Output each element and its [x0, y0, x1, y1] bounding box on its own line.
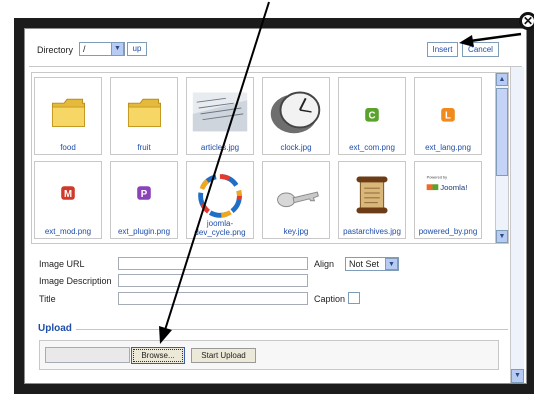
image-grid: food fruit articles.jpg clock.jpg C ext_…: [31, 72, 509, 244]
image-caption: ext_mod.png: [44, 227, 92, 236]
image-caption: pastarchives.jpg: [343, 227, 401, 236]
svg-text:P: P: [141, 189, 148, 200]
file-path-field[interactable]: [45, 347, 130, 363]
title-field[interactable]: [118, 292, 308, 305]
key-thumbnail: [277, 191, 319, 208]
image-tile[interactable]: P ext_plugin.png: [110, 161, 178, 239]
upload-legend: Upload: [38, 323, 72, 334]
image-url-label: Image URL: [39, 259, 85, 269]
scroll-up-icon[interactable]: ▲: [496, 73, 508, 86]
up-button[interactable]: up: [127, 42, 147, 56]
image-caption: powered_by.png: [418, 227, 478, 236]
image-caption: ext_plugin.png: [117, 227, 171, 236]
svg-text:L: L: [445, 111, 451, 122]
align-value: Not Set: [349, 259, 380, 269]
upload-divider: [76, 329, 508, 330]
start-upload-button[interactable]: Start Upload: [191, 348, 256, 363]
scroll-down-icon[interactable]: ▼: [511, 369, 524, 383]
image-caption: food: [60, 143, 76, 152]
image-caption: key.jpg: [283, 227, 309, 236]
title-label: Title: [39, 294, 56, 304]
close-button[interactable]: ✕: [519, 12, 534, 30]
svg-text:Powered by: Powered by: [427, 174, 448, 179]
ext-plugin-icon: P: [137, 186, 151, 200]
image-caption: joomla-dev_cycle.png: [194, 219, 246, 237]
image-tile[interactable]: M ext_mod.png: [34, 161, 102, 239]
chevron-down-icon[interactable]: ▼: [385, 258, 398, 270]
align-select[interactable]: Not Set ▼: [345, 257, 399, 271]
image-tile[interactable]: key.jpg: [262, 161, 330, 239]
joomla-logo-thumbnail: Powered by Joomla!: [426, 174, 467, 192]
image-tile[interactable]: L ext_lang.png: [414, 77, 482, 155]
scroll-thumb[interactable]: [496, 88, 508, 176]
image-description-label: Image Description: [39, 276, 112, 286]
image-tile[interactable]: pastarchives.jpg: [338, 161, 406, 239]
dev-cycle-thumbnail: [198, 174, 242, 218]
ext-lang-icon: L: [441, 108, 455, 122]
directory-label: Directory: [37, 45, 74, 55]
image-tile[interactable]: C ext_com.png: [338, 77, 406, 155]
header-divider: [29, 66, 522, 67]
caption-label: Caption: [314, 294, 346, 304]
dialog-scrollbar[interactable]: ▼: [510, 67, 524, 383]
svg-text:M: M: [64, 189, 72, 200]
image-caption: ext_lang.png: [425, 143, 471, 152]
align-label: Align: [314, 259, 335, 269]
image-caption: clock.jpg: [280, 143, 312, 152]
folder-icon: [51, 98, 85, 127]
image-caption: fruit: [137, 143, 151, 152]
browse-button[interactable]: Browse...: [131, 347, 185, 364]
close-icon: ✕: [522, 14, 534, 28]
insert-button[interactable]: Insert: [427, 42, 458, 57]
scroll-thumbnail: [356, 176, 388, 214]
image-tile[interactable]: joomla-dev_cycle.png: [186, 161, 254, 239]
image-tile[interactable]: clock.jpg: [262, 77, 330, 155]
articles-thumbnail: [192, 92, 248, 132]
image-tile[interactable]: articles.jpg: [186, 77, 254, 155]
ext-mod-icon: M: [61, 186, 75, 200]
cancel-button[interactable]: Cancel: [462, 42, 499, 57]
image-description-field[interactable]: [118, 274, 308, 287]
caption-checkbox[interactable]: [348, 292, 360, 304]
chevron-down-icon[interactable]: ▼: [111, 42, 124, 56]
ext-com-icon: C: [365, 108, 379, 122]
image-tile[interactable]: fruit: [110, 77, 178, 155]
directory-value: /: [83, 44, 86, 54]
scroll-down-icon[interactable]: ▼: [496, 230, 508, 243]
image-caption: articles.jpg: [200, 143, 240, 152]
image-url-field[interactable]: [118, 257, 308, 270]
image-caption: ext_com.png: [349, 143, 395, 152]
clock-thumbnail: [270, 91, 321, 134]
image-tile[interactable]: Powered by Joomla! powered_by.png: [414, 161, 482, 239]
image-tile[interactable]: food: [34, 77, 102, 155]
logo-text: Joomla!: [440, 183, 467, 192]
svg-text:C: C: [369, 111, 376, 122]
grid-scrollbar[interactable]: ▲ ▼: [495, 73, 508, 243]
folder-icon: [127, 98, 161, 127]
